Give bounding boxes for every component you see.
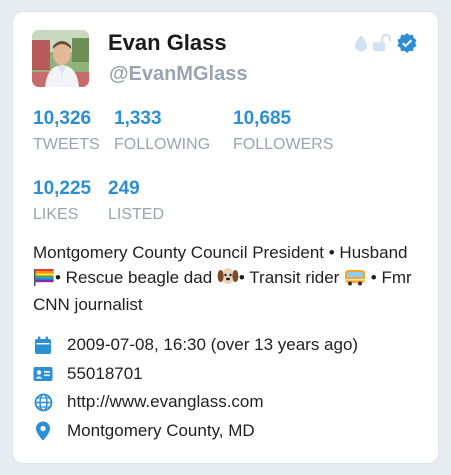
stat-listed-value: 249 [108,178,140,199]
drop-icon [354,34,368,57]
stat-listed-label: LISTED [108,206,165,223]
stat-following-label: FOLLOWING [114,136,211,153]
profile-handle[interactable]: @EvanMGlass [109,63,247,86]
location-text: Montgomery County, MD [67,421,255,440]
dog-face-icon [217,266,239,294]
profile-badges [354,32,418,59]
location-pin-icon [33,421,53,441]
meta-website[interactable]: http://www.evanglass.com [33,392,264,412]
stat-listed[interactable]: 249 LISTED [108,177,164,225]
profile-card: Evan Glass @EvanMGlass 10,326 TWEETS 1,3… [13,12,438,463]
verified-icon [396,32,418,59]
stat-following[interactable]: 1,333 FOLLOWING [114,107,210,155]
stat-followers-value: 10,685 [233,108,292,129]
unlock-icon [372,33,392,57]
calendar-icon [33,335,53,355]
profile-bio: Montgomery County Council President • Hu… [33,241,418,318]
rainbow-flag-icon [33,268,55,294]
bio-text-1: Montgomery County Council President • Hu… [33,243,408,262]
stat-following-value: 1,333 [114,108,162,129]
id-card-icon [33,364,53,384]
stat-followers-label: FOLLOWERS [233,136,334,153]
profile-name: Evan Glass [108,30,227,55]
stat-followers[interactable]: 10,685 FOLLOWERS [233,107,333,155]
meta-joined: 2009-07-08, 16:30 (over 13 years ago) [33,335,358,355]
website-link[interactable]: http://www.evanglass.com [67,392,264,412]
bio-text-2: • Rescue beagle dad [55,267,217,287]
user-id: 55018701 [67,364,143,383]
bus-icon [344,268,366,294]
avatar[interactable] [32,30,89,87]
globe-icon [33,392,53,412]
avatar-photo [32,30,89,87]
stat-likes[interactable]: 10,225 LIKES [33,177,91,225]
meta-user-id: 55018701 [33,364,143,384]
stat-tweets-label: TWEETS [33,136,100,153]
joined-date: 2009-07-08, 16:30 (over 13 years ago) [67,335,359,354]
bio-text-3: • Transit rider [238,267,345,287]
stat-likes-label: LIKES [33,206,79,223]
stat-likes-value: 10,225 [33,178,92,199]
meta-location: Montgomery County, MD [33,421,255,441]
stat-tweets-value: 10,326 [33,108,92,129]
stat-tweets[interactable]: 10,326 TWEETS [33,107,100,155]
